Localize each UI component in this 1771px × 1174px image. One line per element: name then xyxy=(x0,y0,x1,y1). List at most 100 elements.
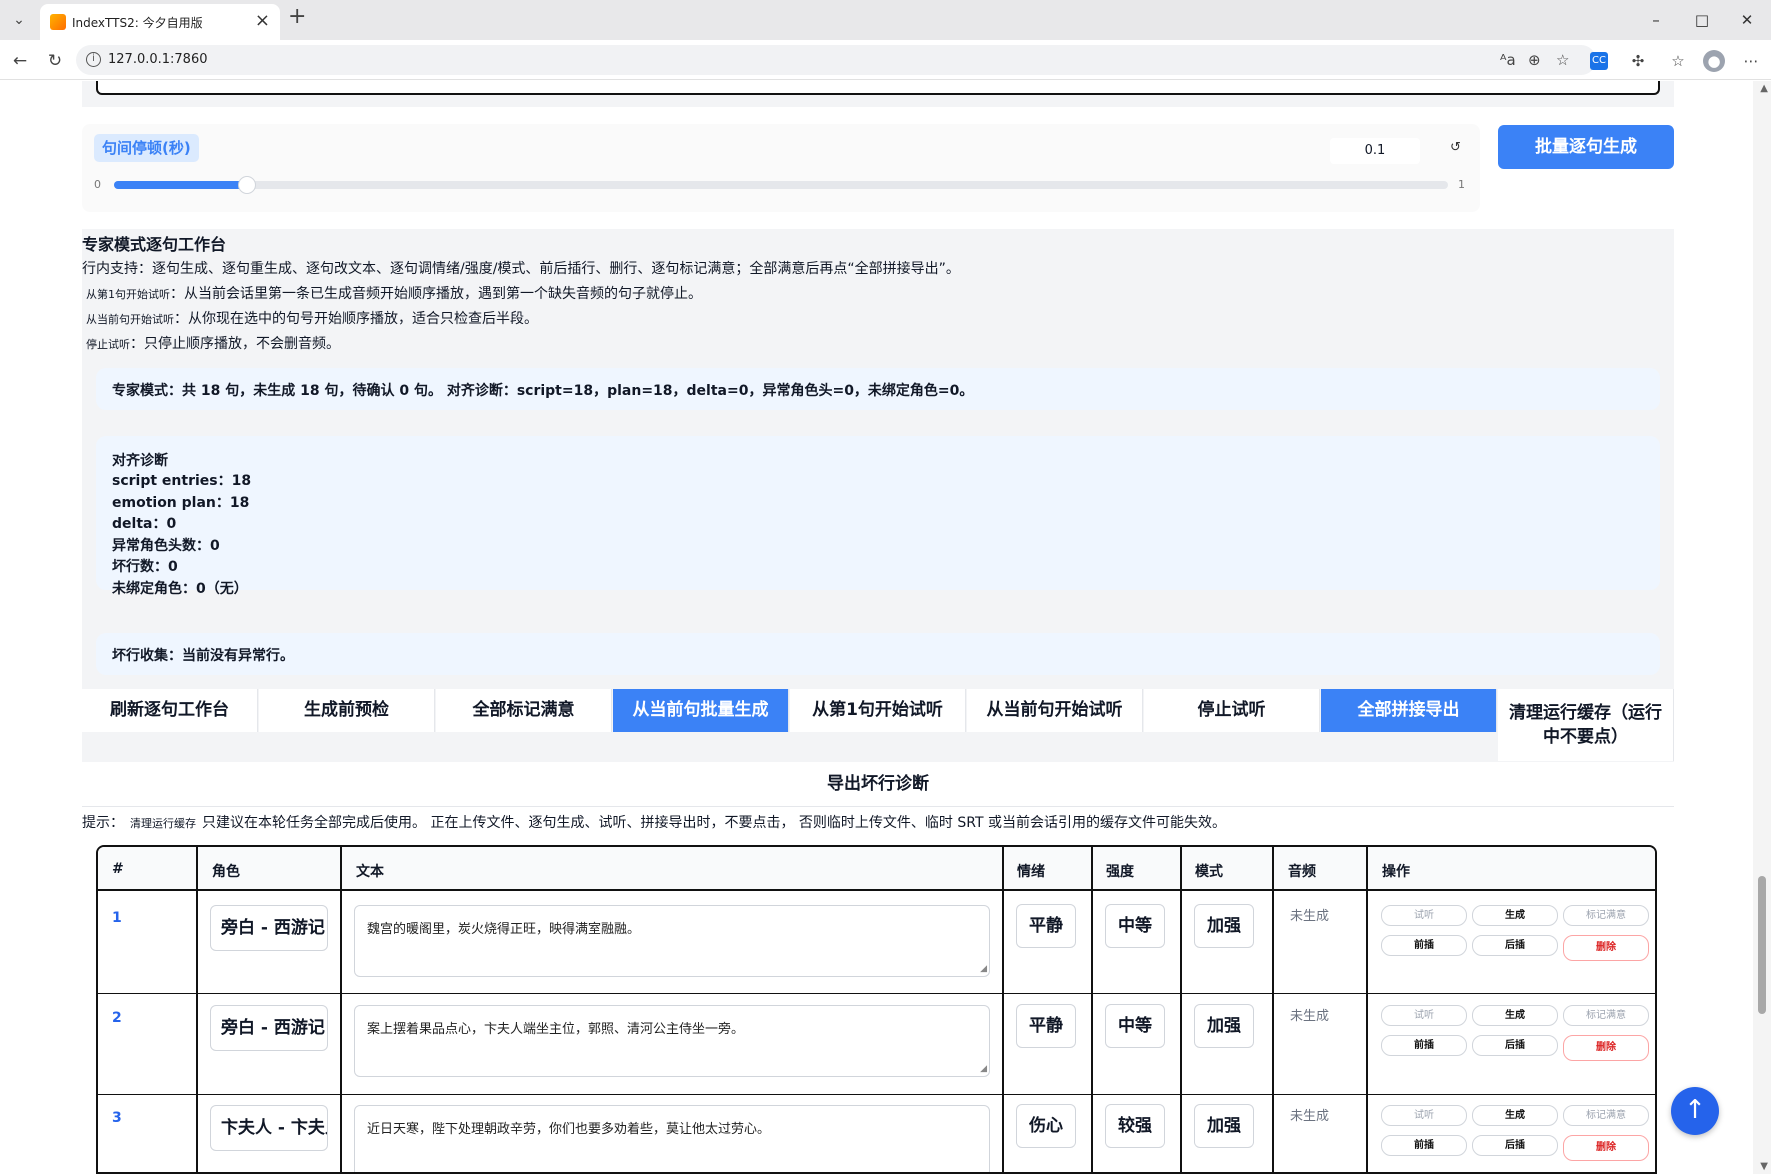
scroll-to-top-button[interactable]: ↑ xyxy=(1671,1087,1719,1135)
sentence-text-input[interactable]: 魏宫的暖阁里，炭火烧得正旺，映得满室融融。 ◢ xyxy=(354,905,990,977)
generate-button[interactable]: 生成 xyxy=(1472,1005,1558,1026)
col-header-text: 文本 xyxy=(356,864,384,880)
row-number[interactable]: 3 xyxy=(112,1110,122,1126)
generate-button[interactable]: 生成 xyxy=(1472,905,1558,926)
maximize-icon[interactable]: □ xyxy=(1682,6,1722,34)
pause-slider-thumb[interactable] xyxy=(238,176,257,194)
url-field[interactable]: i 127.0.0.1:7860 ᴬa ⊕ ☆ xyxy=(76,45,1596,75)
tab-list-chevron-icon[interactable]: ⌄ xyxy=(6,7,32,33)
sentence-text: 案上摆着果品点心，卞夫人端坐主位，郭照、清河公主侍坐一旁。 xyxy=(367,1022,745,1037)
resize-handle-icon[interactable]: ◢ xyxy=(980,964,987,974)
browser-tab[interactable]: IndexTTS2: 今夕自用版 × xyxy=(40,4,280,40)
listen-from-first-button[interactable]: 从第1句开始试听 xyxy=(790,689,966,732)
mark-satisfied-button[interactable]: 标记满意 xyxy=(1563,905,1649,926)
col-divider xyxy=(340,847,342,1172)
previous-panel xyxy=(82,81,1674,107)
col-header-num: # xyxy=(112,861,124,877)
role-select[interactable]: 卞夫人 - 卞夫人 xyxy=(210,1105,328,1151)
reset-icon[interactable]: ↺ xyxy=(1450,140,1461,155)
col-divider xyxy=(1272,847,1274,1172)
listen-button[interactable]: 试听 xyxy=(1381,1005,1467,1026)
diag-line: emotion plan：18 xyxy=(112,494,250,511)
close-tab-icon[interactable]: × xyxy=(255,10,270,31)
generate-button[interactable]: 生成 xyxy=(1472,1105,1558,1126)
insert-before-button[interactable]: 前插 xyxy=(1381,1135,1467,1156)
profile-avatar-icon[interactable]: ● xyxy=(1703,50,1725,72)
favorite-star-icon[interactable]: ☆ xyxy=(1556,51,1569,69)
stop-listen-button[interactable]: 停止试听 xyxy=(1144,689,1320,732)
scroll-up-icon[interactable]: ▲ xyxy=(1760,83,1768,94)
col-header-intensity: 强度 xyxy=(1106,864,1134,880)
role-select[interactable]: 旁白 - 西游记 xyxy=(210,1005,328,1051)
zoom-icon[interactable]: ⊕ xyxy=(1528,51,1541,69)
insert-after-button[interactable]: 后插 xyxy=(1472,1135,1558,1156)
listen-button[interactable]: 试听 xyxy=(1381,1105,1467,1126)
diag-line: 未绑定角色：0（无） xyxy=(112,580,248,597)
col-divider xyxy=(1091,847,1093,1172)
minimize-icon[interactable]: – xyxy=(1636,6,1676,34)
emotion-select[interactable]: 平静 xyxy=(1016,1004,1076,1048)
col-header-ops: 操作 xyxy=(1382,864,1410,880)
row-number[interactable]: 2 xyxy=(112,1010,122,1026)
listen-button[interactable]: 试听 xyxy=(1381,905,1467,926)
export-all-button[interactable]: 全部拼接导出 xyxy=(1321,689,1497,732)
intensity-select[interactable]: 中等 xyxy=(1105,1004,1165,1048)
mark-all-satisfied-button[interactable]: 全部标记满意 xyxy=(436,689,612,732)
sentence-text-input[interactable]: 近日天寒，陛下处理朝政辛劳，你们也要多劝着些，莫让他太过劳心。 xyxy=(354,1105,990,1172)
refresh-workbench-button[interactable]: 刷新逐句工作台 xyxy=(82,689,258,732)
tip-line: 提示： 清理运行缓存 只建议在本轮任务全部完成后使用。 正在上传文件、逐句生成、试听… xyxy=(82,812,1226,832)
extension-cc-icon[interactable]: CC xyxy=(1590,52,1608,70)
sentence-text: 近日天寒，陛下处理朝政辛劳，你们也要多劝着些，莫让他太过劳心。 xyxy=(367,1122,771,1137)
mode-select[interactable]: 加强 xyxy=(1194,904,1254,948)
scroll-down-icon[interactable]: ▼ xyxy=(1760,1161,1768,1172)
scrollbar-thumb[interactable] xyxy=(1758,876,1766,1014)
precheck-button[interactable]: 生成前预检 xyxy=(259,689,435,732)
delete-button[interactable]: 删除 xyxy=(1563,1135,1649,1161)
delete-button[interactable]: 删除 xyxy=(1563,1035,1649,1061)
intensity-select[interactable]: 中等 xyxy=(1105,904,1165,948)
mode-select[interactable]: 加强 xyxy=(1194,1004,1254,1048)
pause-slider-track[interactable] xyxy=(114,176,1448,194)
mark-satisfied-button[interactable]: 标记满意 xyxy=(1563,1005,1649,1026)
slider-min-label: 0 xyxy=(94,178,101,191)
batch-generate-button[interactable]: 批量逐句生成 xyxy=(1498,125,1674,169)
translate-icon[interactable]: ᴬa xyxy=(1500,51,1516,69)
help-key: 停止试听 xyxy=(86,338,130,351)
audio-status: 未生成 xyxy=(1290,1009,1330,1024)
help-key: 从第1句开始试听 xyxy=(86,288,170,301)
url-text: 127.0.0.1:7860 xyxy=(108,52,208,67)
listen-from-current-button[interactable]: 从当前句开始试听 xyxy=(967,689,1143,732)
emotion-select[interactable]: 平静 xyxy=(1016,904,1076,948)
insert-after-button[interactable]: 后插 xyxy=(1472,1035,1558,1056)
extensions-puzzle-icon[interactable]: ✣ xyxy=(1627,50,1649,72)
window-close-icon[interactable]: ✕ xyxy=(1727,6,1767,34)
page-scrollbar[interactable]: ▲ ▼ xyxy=(1753,81,1771,1174)
sentence-text-input[interactable]: 案上摆着果品点心，卞夫人端坐主位，郭照、清河公主侍坐一旁。 ◢ xyxy=(354,1005,990,1077)
insert-before-button[interactable]: 前插 xyxy=(1381,935,1467,956)
pause-value-input[interactable]: 0.1 xyxy=(1330,138,1420,164)
pause-label: 句间停顿(秒) xyxy=(94,134,199,162)
back-icon[interactable]: ← xyxy=(7,48,33,74)
help-key: 从当前句开始试听 xyxy=(86,313,174,326)
resize-handle-icon[interactable]: ◢ xyxy=(980,1064,987,1074)
address-bar: ← ↻ i 127.0.0.1:7860 ᴬa ⊕ ☆ CC ✣ ☆ ● ⋯ xyxy=(0,40,1771,80)
insert-after-button[interactable]: 后插 xyxy=(1472,935,1558,956)
reload-icon[interactable]: ↻ xyxy=(42,48,68,74)
insert-before-button[interactable]: 前插 xyxy=(1381,1035,1467,1056)
intensity-select[interactable]: 较强 xyxy=(1105,1104,1165,1148)
mode-select[interactable]: 加强 xyxy=(1194,1104,1254,1148)
export-diag-header[interactable]: 导出坏行诊断 xyxy=(82,762,1674,807)
row-number[interactable]: 1 xyxy=(112,910,122,926)
new-tab-icon[interactable]: + xyxy=(288,4,306,29)
tab-title: IndexTTS2: 今夕自用版 xyxy=(72,16,203,30)
role-select[interactable]: 旁白 - 西游记 xyxy=(210,905,328,951)
delete-button[interactable]: 删除 xyxy=(1563,935,1649,961)
emotion-select[interactable]: 伤心 xyxy=(1016,1104,1076,1148)
mark-satisfied-button[interactable]: 标记满意 xyxy=(1563,1105,1649,1126)
more-menu-icon[interactable]: ⋯ xyxy=(1740,50,1762,72)
batch-from-current-button[interactable]: 从当前句批量生成 xyxy=(613,689,789,732)
clear-cache-button[interactable]: 清理运行缓存（运行中不要点） xyxy=(1498,689,1674,761)
diag-line: 坏行数：0 xyxy=(112,559,178,576)
site-info-icon[interactable]: i xyxy=(86,52,101,67)
favorites-list-icon[interactable]: ☆ xyxy=(1667,50,1689,72)
